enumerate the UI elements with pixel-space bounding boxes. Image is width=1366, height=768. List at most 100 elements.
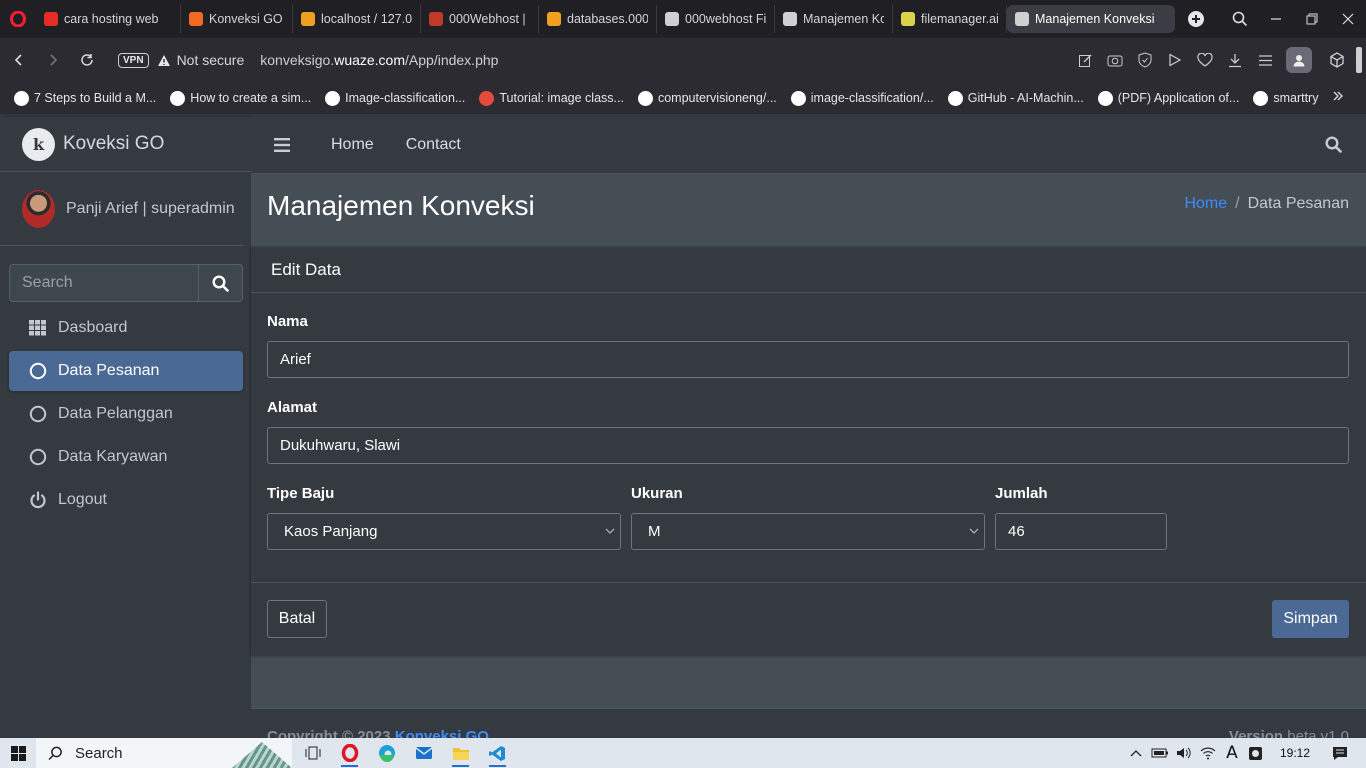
restore-icon[interactable] <box>1294 0 1330 38</box>
tab-label: cara hosting web <box>64 12 159 26</box>
shield-icon[interactable] <box>1130 38 1160 82</box>
battery-icon[interactable] <box>1148 738 1172 768</box>
tab-label: databases.000w <box>567 12 648 26</box>
vscode-icon[interactable] <box>479 738 516 768</box>
breadcrumb-home[interactable]: Home <box>1184 195 1227 212</box>
camera-icon[interactable] <box>1100 38 1130 82</box>
opera-taskbar-icon[interactable] <box>331 738 368 768</box>
tab-label: Konveksi GO <box>209 12 283 26</box>
bookmark-label: Tutorial: image class... <box>499 91 624 105</box>
profile-icon[interactable] <box>1286 47 1312 73</box>
chevron-down-icon <box>605 528 615 534</box>
input-language-icon[interactable]: A <box>1220 738 1244 768</box>
bookmark-item[interactable]: Image-classification... <box>325 90 465 106</box>
url-field[interactable]: konveksigo.wuaze.com/App/index.php <box>260 52 498 68</box>
browser-tab[interactable]: 000webhost File <box>657 5 775 33</box>
edge-icon[interactable] <box>368 738 405 768</box>
sidebar-item-data-karyawan[interactable]: Data Karyawan <box>9 437 243 477</box>
browser-tab[interactable]: databases.000w <box>539 5 657 33</box>
search-icon <box>212 274 229 292</box>
navbar-search-icon[interactable] <box>1325 136 1342 153</box>
easy-setup-icon[interactable] <box>1250 38 1280 82</box>
avatar[interactable] <box>22 189 55 228</box>
browser-tab[interactable]: 000Webhost | Da <box>421 5 539 33</box>
task-view-icon[interactable] <box>294 738 331 768</box>
extensions-icon[interactable] <box>1318 38 1356 82</box>
browser-tab[interactable]: localhost / 127.0 <box>293 5 421 33</box>
bookmark-item[interactable]: image-classification/... <box>790 90 934 106</box>
warning-icon[interactable] <box>157 54 171 67</box>
vpn-badge[interactable]: VPN <box>118 52 149 68</box>
hamburger-icon[interactable] <box>274 138 292 152</box>
chevron-up-icon[interactable] <box>1124 738 1148 768</box>
brand-link[interactable]: k Koveksi GO <box>0 117 251 172</box>
bookmark-item[interactable]: Tutorial: image class... <box>479 90 624 106</box>
sidebar-item-dasboard[interactable]: Dasboard <box>9 308 243 348</box>
mail-icon[interactable] <box>405 738 442 768</box>
jumlah-label: Jumlah <box>995 485 1048 502</box>
main-navbar: Home Contact <box>251 117 1366 174</box>
bookmark-item[interactable]: smarttry <box>1253 90 1318 106</box>
tab-favicon-icon <box>44 12 58 26</box>
nav-link-contact[interactable]: Contact <box>406 136 461 154</box>
bookmark-favicon-icon <box>14 90 29 106</box>
heart-icon[interactable] <box>1190 38 1220 82</box>
security-label[interactable]: Not secure <box>177 52 245 68</box>
sidebar-search-button[interactable] <box>198 264 243 302</box>
app-tray-icon[interactable] <box>1244 738 1268 768</box>
play-icon[interactable] <box>1160 38 1190 82</box>
bookmark-item[interactable]: computervisioneng/... <box>637 90 777 106</box>
bookmark-item[interactable]: How to create a sim... <box>170 90 311 106</box>
bookmark-item[interactable]: 7 Steps to Build a M... <box>14 90 156 106</box>
browser-tab[interactable]: filemanager.ai <box>893 5 1007 33</box>
alamat-input[interactable]: Dukuhwaru, Slawi <box>267 427 1349 464</box>
windows-start-icon[interactable] <box>0 738 36 768</box>
bookmark-item[interactable]: (PDF) Application of... <box>1097 90 1240 106</box>
back-icon[interactable] <box>2 43 36 77</box>
wifi-icon[interactable] <box>1196 738 1220 768</box>
tab-label: Manajemen Kon <box>803 12 884 26</box>
speaker-icon[interactable] <box>1172 738 1196 768</box>
sidebar-item-data-pelanggan[interactable]: Data Pelanggan <box>9 394 243 434</box>
tipe-baju-select[interactable]: Kaos Panjang <box>267 513 621 550</box>
browser-tab[interactable]: cara hosting web <box>36 5 181 33</box>
reload-icon[interactable] <box>70 43 104 77</box>
bookmark-item[interactable]: GitHub - AI-Machin... <box>947 90 1084 106</box>
user-name[interactable]: Panji Arief | superadmin <box>66 200 235 218</box>
browser-tab[interactable]: Manajemen Konveksi <box>1007 5 1175 33</box>
nav-link-home[interactable]: Home <box>331 136 374 154</box>
tab-search-icon[interactable] <box>1222 0 1258 38</box>
breadcrumb-current: Data Pesanan <box>1247 195 1349 212</box>
taskbar-clock[interactable]: 19:12 <box>1280 746 1310 760</box>
sidebar-search-input[interactable] <box>9 264 198 302</box>
download-icon[interactable] <box>1220 38 1250 82</box>
taskbar-search[interactable]: Search <box>36 738 292 768</box>
edit-icon[interactable] <box>1070 38 1100 82</box>
close-window-icon[interactable] <box>1330 0 1366 38</box>
minimize-icon[interactable] <box>1258 0 1294 38</box>
nama-input[interactable]: Arief <box>267 341 1349 378</box>
circle-icon <box>28 447 48 467</box>
bookmarks-more-icon[interactable] <box>1332 90 1344 102</box>
card-title: Edit Data <box>251 247 1366 293</box>
tipe-baju-label: Tipe Baju <box>267 485 335 502</box>
jumlah-input[interactable]: 46 <box>995 513 1167 550</box>
browser-tab[interactable]: Manajemen Kon <box>775 5 893 33</box>
ukuran-select[interactable]: M <box>631 513 985 550</box>
bookmark-label: GitHub - AI-Machin... <box>967 91 1084 105</box>
sidebar-item-data-pesanan[interactable]: Data Pesanan <box>9 351 243 391</box>
browser-tab[interactable]: Konveksi GO <box>181 5 293 33</box>
file-explorer-icon[interactable] <box>442 738 479 768</box>
bookmark-label: (PDF) Application of... <box>1117 91 1240 105</box>
tab-label: 000Webhost | Da <box>449 12 530 26</box>
sidebar-item-logout[interactable]: Logout <box>9 480 243 520</box>
bookmark-favicon-icon <box>947 90 963 106</box>
cancel-button[interactable]: Batal <box>267 600 327 638</box>
sidebar-toggle-handle[interactable] <box>1356 47 1362 73</box>
save-button[interactable]: Simpan <box>1272 600 1349 638</box>
tab-label: 000webhost File <box>685 12 766 26</box>
notification-icon[interactable] <box>1328 738 1352 768</box>
opera-logo-icon[interactable] <box>0 0 36 38</box>
forward-icon[interactable] <box>36 43 70 77</box>
new-tab-icon[interactable] <box>1183 6 1209 32</box>
